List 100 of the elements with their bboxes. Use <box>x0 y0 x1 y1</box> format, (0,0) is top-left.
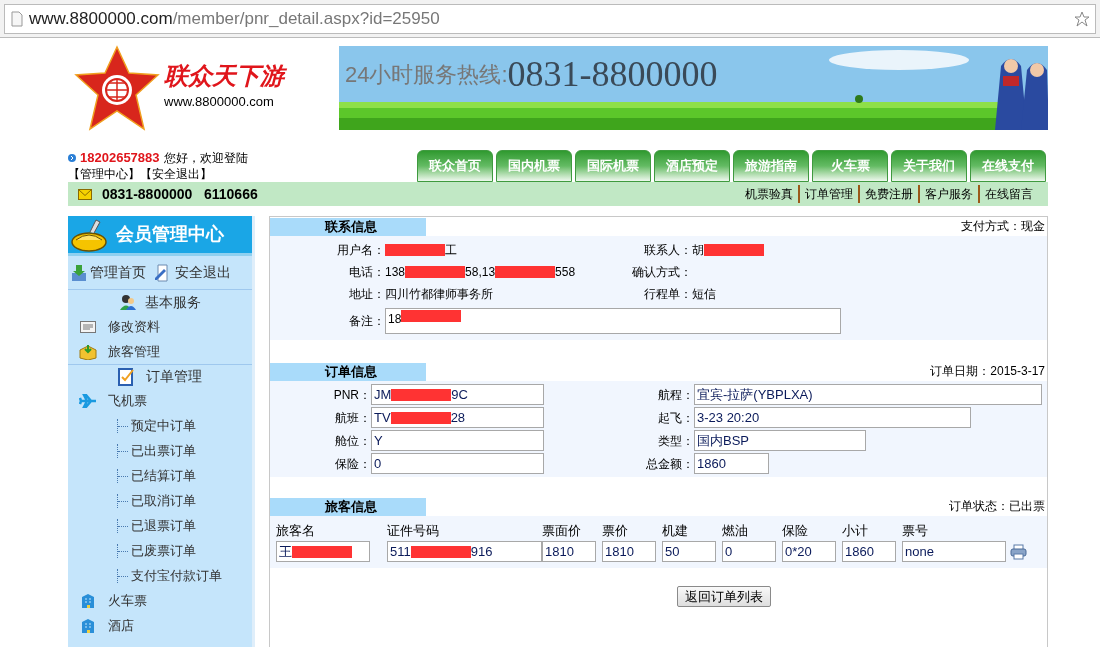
top-link[interactable]: 免费注册 <box>858 185 918 203</box>
hotline-label: 24小时服务热线: <box>345 60 508 89</box>
sidebar-item[interactable]: 修改资料 <box>108 316 160 337</box>
column-header: 旅客名 <box>276 523 315 539</box>
value-text: 工 <box>445 242 457 259</box>
section-title: 旅客信息 <box>270 498 426 516</box>
input-field[interactable]: 国内BSP <box>694 430 866 451</box>
hotline-number: 0831-8800000 <box>507 56 718 92</box>
value-text: 胡 <box>692 242 704 259</box>
section-title: 订单信息 <box>270 363 426 381</box>
input-field[interactable]: none <box>902 541 1006 562</box>
header-link[interactable]: 【安全退出】 <box>140 165 212 183</box>
field-label: 地址： <box>348 286 385 303</box>
contact-phones: 0831-8800000 6110666 <box>102 184 258 204</box>
redaction-mark <box>405 266 466 278</box>
greeting-text: 您好，欢迎登陆 <box>163 150 248 167</box>
users-icon <box>119 293 137 311</box>
field-label: 行程单： <box>643 286 692 303</box>
value-text: 短信 <box>692 286 716 303</box>
field-label: 用户名： <box>336 242 385 259</box>
value-text: 9C <box>451 385 468 404</box>
input-field[interactable]: Y <box>371 430 544 451</box>
input-field[interactable]: TV 28 <box>371 407 544 428</box>
back-to-list-button[interactable]: 返回订单列表 <box>676 586 771 607</box>
address-field[interactable]: www.8800000.com/member/pnr_detail.aspx?id=25950 <box>4 3 1096 34</box>
sidebar-item[interactable]: 飞机票 <box>108 390 147 411</box>
column-header: 保险 <box>782 523 808 539</box>
brand-url: www.8800000.com <box>164 93 275 112</box>
column-header: 小计 <box>842 523 868 539</box>
sidebar-item[interactable]: 酒店 <box>108 615 134 636</box>
card-icon <box>80 320 96 333</box>
redaction-mark <box>401 310 462 322</box>
sidebar-link[interactable]: 管理首页 <box>71 262 146 283</box>
input-field[interactable]: 1810 <box>542 541 596 562</box>
sidebar-subitem[interactable]: 已取消订单 <box>131 490 196 511</box>
bullet-icon <box>68 154 76 162</box>
remark-field[interactable]: 18 <box>385 308 841 334</box>
value-text: 1810 <box>545 542 574 561</box>
member-phone: 18202657883 <box>80 149 160 168</box>
top-link[interactable]: 订单管理 <box>798 185 858 203</box>
field-label: 总金额： <box>645 455 694 473</box>
sidebar-subitem[interactable]: 已废票订单 <box>131 540 196 561</box>
top-link[interactable]: 机票验真 <box>740 185 798 203</box>
redaction-mark <box>292 545 352 558</box>
input-field[interactable]: 1860 <box>842 541 896 562</box>
field-label: 备注： <box>348 313 385 330</box>
printer-icon[interactable] <box>1010 543 1027 560</box>
input-field[interactable]: 1860 <box>694 453 769 474</box>
value-text: 511 <box>390 542 411 561</box>
value-text: 138 <box>385 264 406 281</box>
redaction-mark <box>390 411 451 424</box>
redaction-mark <box>704 244 764 256</box>
value-text: 1860 <box>697 454 726 473</box>
section-note: 支付方式：现金 <box>961 218 1046 235</box>
top-link[interactable]: 在线留言 <box>978 185 1038 203</box>
input-field[interactable]: 50 <box>662 541 716 562</box>
sidebar-subitem[interactable]: 预定中订单 <box>131 415 196 436</box>
value-text: 58,13 <box>465 264 496 281</box>
field-label: 联系人： <box>643 242 692 259</box>
sidebar-link[interactable]: 安全退出 <box>154 262 231 283</box>
sidebar-subitem[interactable]: 支付宝付款订单 <box>131 565 222 586</box>
value-text: 28 <box>450 408 466 427</box>
bag-icon <box>70 217 108 252</box>
section-note: 订单日期：2015-3-17 <box>930 363 1046 380</box>
building-icon <box>80 592 96 609</box>
top-link[interactable]: 客户服务 <box>918 185 978 203</box>
input-field[interactable]: 王 <box>276 541 370 562</box>
sidebar-subitem[interactable]: 已出票订单 <box>131 440 196 461</box>
field-label: 类型： <box>657 432 694 450</box>
value-text: 0*20 <box>785 542 812 561</box>
input-field[interactable]: 3-23 20:20 <box>694 407 971 428</box>
field-label: 确认方式： <box>631 264 692 281</box>
redaction-mark <box>385 244 445 256</box>
sidebar-subitem[interactable]: 已退票订单 <box>131 515 196 536</box>
input-field[interactable]: 1810 <box>602 541 656 562</box>
value-text: 0 <box>725 542 733 561</box>
input-field[interactable]: 0 <box>722 541 776 562</box>
input-field[interactable]: 0*20 <box>782 541 836 562</box>
value-text: 1810 <box>605 542 634 561</box>
star-icon[interactable] <box>1075 10 1089 27</box>
value-text: 558 <box>555 264 576 281</box>
field-label: PNR： <box>332 386 371 404</box>
field-label: 起飞： <box>657 409 694 427</box>
column-header: 票面价 <box>542 523 581 539</box>
header-link[interactable]: 【管理中心】 <box>68 165 140 183</box>
sidebar-item[interactable]: 火车票 <box>108 590 147 611</box>
sidebar-subitem[interactable]: 已结算订单 <box>131 465 196 486</box>
value-text: 王 <box>279 542 292 561</box>
input-field[interactable]: 宜宾-拉萨(YBPLXA) <box>694 384 1042 405</box>
sidebar-item[interactable]: 旅客管理 <box>108 341 160 362</box>
building-icon <box>80 617 96 634</box>
column-header: 票号 <box>902 523 928 539</box>
sidebar-heading: 基本服务 <box>145 292 201 312</box>
sidebar-title: 会员管理中心 <box>116 223 224 246</box>
input-field[interactable]: 511 916 <box>387 541 542 562</box>
input-field[interactable]: 0 <box>371 453 544 474</box>
envelope-icon <box>78 188 92 200</box>
input-field[interactable]: JM 9C <box>371 384 544 405</box>
value-text: 四川竹都律师事务所 <box>385 286 493 303</box>
redaction-mark <box>495 266 556 278</box>
